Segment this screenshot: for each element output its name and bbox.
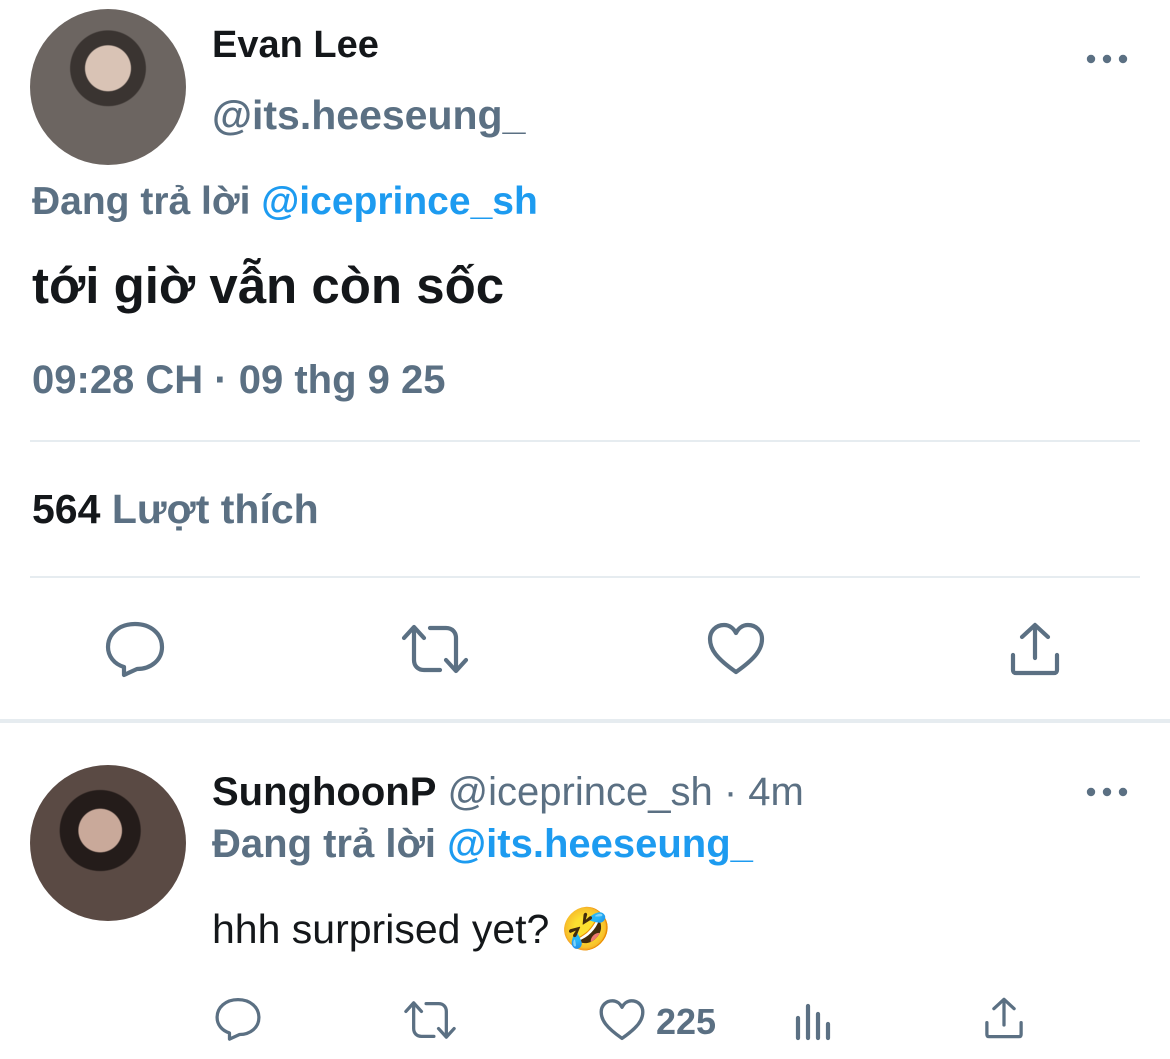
- divider: [30, 440, 1140, 442]
- reply-share-icon[interactable]: [983, 997, 1025, 1039]
- reply-author-avatar[interactable]: [30, 765, 186, 921]
- share-icon[interactable]: [1008, 622, 1062, 676]
- analytics-icon[interactable]: [794, 1000, 834, 1042]
- more-options-icon[interactable]: [1086, 52, 1128, 66]
- reply-replying-to-prefix: Đang trả lời: [212, 822, 437, 866]
- replying-to-link[interactable]: @iceprince_sh: [261, 180, 538, 223]
- reply-like-count: 225: [656, 1001, 717, 1042]
- likes-label: Lượt thích: [111, 486, 319, 532]
- reply-time: · 4m: [723, 770, 804, 814]
- reply-header: SunghoonP @iceprince_sh · 4m: [212, 770, 804, 815]
- reply-text: hhh surprised yet? 🤣: [212, 906, 612, 952]
- reply-replying-to-link[interactable]: @its.heeseung_: [447, 822, 753, 866]
- reply-author-handle[interactable]: @iceprince_sh: [448, 770, 713, 814]
- tweet-timestamp: 09:28 CH · 09 thg 9 25: [32, 358, 446, 402]
- reply-more-options-icon[interactable]: [1086, 785, 1128, 799]
- reply-retweet-icon[interactable]: [402, 999, 458, 1041]
- replying-to-line: Đang trả lời @iceprince_sh: [32, 180, 538, 224]
- author-name[interactable]: Evan Lee: [212, 24, 379, 67]
- like-icon[interactable]: [706, 622, 766, 676]
- retweet-icon[interactable]: [400, 622, 470, 676]
- divider: [30, 576, 1140, 578]
- likes-count: 564: [32, 486, 101, 532]
- reply-like-icon[interactable]: [598, 998, 646, 1042]
- author-handle[interactable]: @its.heeseung_: [212, 92, 525, 139]
- section-separator: [0, 719, 1170, 723]
- author-avatar[interactable]: [30, 9, 186, 165]
- reply-icon[interactable]: [104, 620, 166, 678]
- replying-to-prefix: Đang trả lời: [32, 180, 251, 223]
- reply-author-name[interactable]: SunghoonP: [212, 770, 436, 814]
- likes-stats[interactable]: 564 Lượt thích: [32, 486, 319, 533]
- reply-reply-icon[interactable]: [214, 996, 262, 1042]
- tweet-text: tới giờ vẫn còn sốc: [32, 257, 505, 314]
- reply-replying-to-line: Đang trả lời @its.heeseung_: [212, 822, 753, 867]
